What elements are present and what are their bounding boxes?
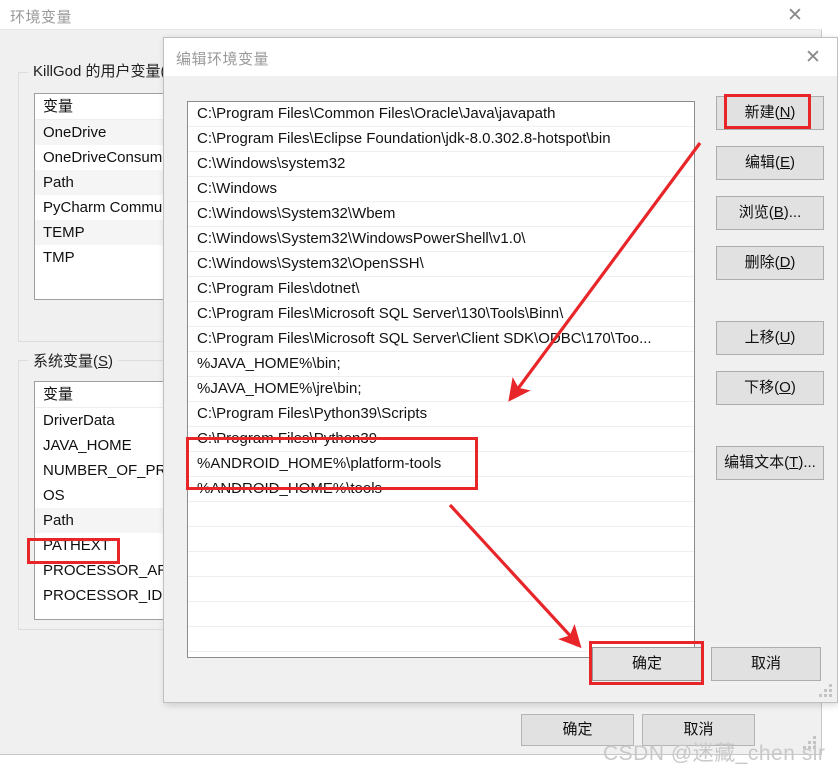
path-entry-row[interactable]: C:\Windows\system32 bbox=[188, 152, 694, 177]
button-label: 编辑( bbox=[744, 154, 780, 171]
path-entry-row[interactable]: C:\Program Files\Python39\Scripts bbox=[188, 402, 694, 427]
path-entry-row-empty[interactable] bbox=[188, 552, 694, 577]
button-label-tail: ) bbox=[790, 329, 796, 346]
path-entry-row[interactable]: %JAVA_HOME%\bin; bbox=[188, 352, 694, 377]
edit-button[interactable]: 编辑(E) bbox=[716, 146, 824, 180]
button-label: 删除( bbox=[744, 254, 780, 271]
button-label-tail: ) bbox=[790, 379, 796, 396]
button-accelerator: U bbox=[779, 329, 791, 346]
button-accelerator: T bbox=[789, 454, 799, 471]
child-dialog-title: 编辑环境变量 bbox=[176, 51, 270, 68]
button-label: 下移( bbox=[744, 379, 780, 396]
path-entry-row-empty[interactable] bbox=[188, 602, 694, 627]
system-variables-group-label: 系统变量(S) bbox=[28, 350, 119, 371]
close-icon[interactable]: ✕ bbox=[797, 44, 829, 70]
path-entry-row[interactable]: C:\Program Files\Microsoft SQL Server\Cl… bbox=[188, 327, 694, 352]
browse-button[interactable]: 浏览(B)... bbox=[716, 196, 824, 230]
edit-environment-variable-dialog: 编辑环境变量 ✕ C:\Program Files\Common Files\O… bbox=[163, 37, 838, 703]
move-up-button[interactable]: 上移(U) bbox=[716, 321, 824, 355]
dialog-ok-button[interactable]: 确定 bbox=[592, 647, 702, 681]
path-entry-row[interactable]: %ANDROID_HOME%\tools bbox=[188, 477, 694, 502]
button-accelerator: E bbox=[779, 154, 790, 171]
button-label-tail: )... bbox=[783, 204, 802, 221]
path-entry-row[interactable]: C:\Program Files\Eclipse Foundation\jdk-… bbox=[188, 127, 694, 152]
watermark-text: CSDN @迷藏_chen sir bbox=[603, 742, 826, 765]
path-entry-row[interactable]: C:\Windows bbox=[188, 177, 694, 202]
path-entry-row[interactable]: C:\Windows\System32\OpenSSH\ bbox=[188, 252, 694, 277]
resize-grip-icon[interactable] bbox=[819, 684, 833, 698]
button-label-tail: ) bbox=[790, 104, 796, 121]
edit-text-button[interactable]: 编辑文本(T)... bbox=[716, 446, 824, 480]
child-titlebar: 编辑环境变量 ✕ bbox=[164, 38, 837, 76]
path-entry-row-empty[interactable] bbox=[188, 527, 694, 552]
path-entry-row-empty[interactable] bbox=[188, 577, 694, 602]
move-down-button[interactable]: 下移(O) bbox=[716, 371, 824, 405]
path-entry-row[interactable]: %ANDROID_HOME%\platform-tools bbox=[188, 452, 694, 477]
parent-titlebar: 环境变量 ✕ bbox=[0, 0, 822, 30]
button-accelerator: D bbox=[779, 254, 791, 271]
path-entry-row[interactable]: C:\Program Files\dotnet\ bbox=[188, 277, 694, 302]
delete-button[interactable]: 删除(D) bbox=[716, 246, 824, 280]
button-accelerator: B bbox=[773, 204, 784, 221]
button-label: 上移( bbox=[744, 329, 780, 346]
button-accelerator: N bbox=[779, 104, 791, 121]
path-entry-row[interactable]: C:\Windows\System32\WindowsPowerShell\v1… bbox=[188, 227, 694, 252]
path-entry-row[interactable]: C:\Program Files\Common Files\Oracle\Jav… bbox=[188, 102, 694, 127]
path-entries-list[interactable]: C:\Program Files\Common Files\Oracle\Jav… bbox=[187, 101, 695, 658]
dialog-cancel-button[interactable]: 取消 bbox=[711, 647, 821, 681]
button-label: 新建( bbox=[744, 104, 780, 121]
path-entry-row[interactable]: C:\Program Files\Microsoft SQL Server\13… bbox=[188, 302, 694, 327]
button-label: 编辑文本( bbox=[724, 454, 790, 471]
button-label-tail: )... bbox=[798, 454, 816, 471]
close-icon[interactable]: ✕ bbox=[780, 2, 810, 28]
path-entry-row-empty[interactable] bbox=[188, 502, 694, 527]
button-label-tail: ) bbox=[790, 254, 796, 271]
screenshot-root: 环境变量 ✕ KillGod 的用户变量(U) 变量 OneDriveOneDr… bbox=[0, 0, 838, 768]
path-entry-row[interactable]: C:\Windows\System32\Wbem bbox=[188, 202, 694, 227]
button-label: 浏览( bbox=[738, 204, 774, 221]
parent-window-title: 环境变量 bbox=[10, 9, 73, 26]
new-button[interactable]: 新建(N) bbox=[716, 96, 824, 130]
path-entry-row[interactable]: %JAVA_HOME%\jre\bin; bbox=[188, 377, 694, 402]
button-accelerator: O bbox=[779, 379, 791, 396]
button-label-tail: ) bbox=[790, 154, 795, 171]
path-entry-row[interactable]: C:\Program Files\Python39 bbox=[188, 427, 694, 452]
